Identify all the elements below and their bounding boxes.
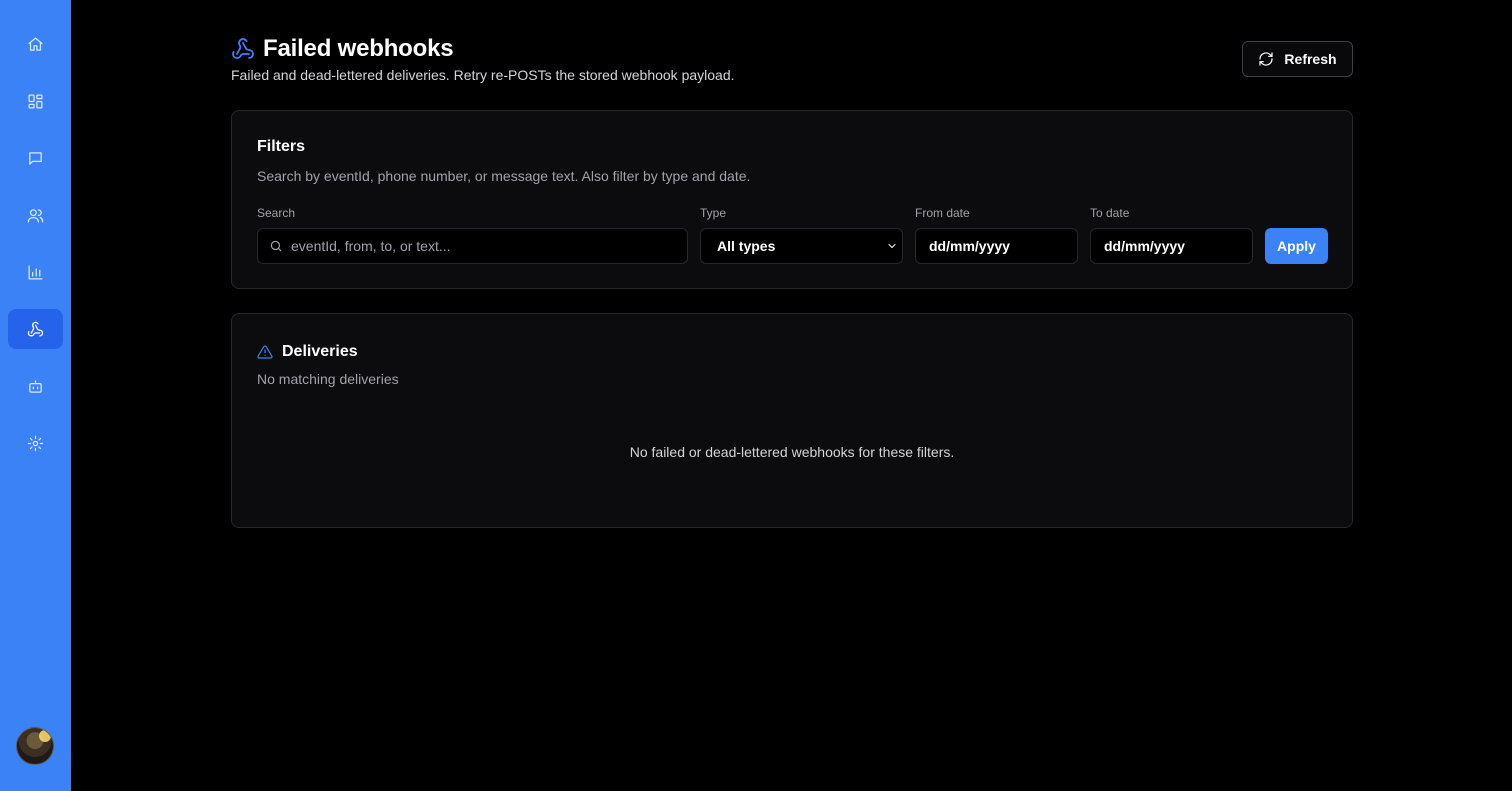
nav-dashboard[interactable] <box>8 81 63 121</box>
deliveries-card: Deliveries No matching deliveries No fai… <box>231 313 1353 528</box>
search-placeholder: eventId, from, to, or text... <box>291 238 451 254</box>
type-select[interactable]: All types <box>700 228 903 264</box>
dashboard-grid-icon <box>28 93 43 109</box>
deliveries-subtitle: No matching deliveries <box>257 371 399 387</box>
filters-title: Filters <box>257 138 306 155</box>
nav-contacts[interactable] <box>8 195 63 235</box>
nav-home[interactable] <box>8 24 63 64</box>
nav-analytics[interactable] <box>8 252 63 292</box>
nav-messages[interactable] <box>8 138 63 178</box>
webhook-icon <box>27 321 44 337</box>
refresh-label: Refresh <box>1284 51 1337 67</box>
to-date-value: dd/mm/yyyy <box>1104 238 1185 254</box>
search-input[interactable]: eventId, from, to, or text... <box>257 228 688 264</box>
webhook-icon <box>232 38 254 59</box>
refresh-icon <box>1259 52 1274 66</box>
nav-webhooks[interactable] <box>8 309 63 349</box>
search-icon <box>270 240 282 252</box>
warning-triangle-icon <box>257 345 273 359</box>
from-date-label: From date <box>915 206 970 220</box>
empty-state-message: No failed or dead-lettered webhooks for … <box>629 444 955 460</box>
avatar[interactable] <box>16 727 54 765</box>
users-icon <box>27 208 44 223</box>
page-header: Failed webhooks Failed and dead-lettered… <box>231 35 1353 87</box>
filters-description: Search by eventId, phone number, or mess… <box>257 168 751 184</box>
from-date-input[interactable]: dd/mm/yyyy <box>915 228 1078 264</box>
page-subtitle: Failed and dead-lettered deliveries. Ret… <box>231 67 735 83</box>
search-label: Search <box>257 206 296 220</box>
type-label: Type <box>700 206 727 220</box>
from-date-value: dd/mm/yyyy <box>929 238 1010 254</box>
message-icon <box>29 151 42 165</box>
nav-bots[interactable] <box>8 366 63 406</box>
bot-icon <box>29 379 42 393</box>
refresh-button[interactable]: Refresh <box>1242 41 1353 77</box>
to-date-label: To date <box>1090 206 1130 220</box>
chevron-down-icon <box>888 244 896 248</box>
type-value: All types <box>717 238 776 254</box>
deliveries-title: Deliveries <box>282 343 358 360</box>
page-title: Failed webhooks <box>263 35 454 62</box>
to-date-input[interactable]: dd/mm/yyyy <box>1090 228 1253 264</box>
filters-card: Filters Search by eventId, phone number,… <box>231 110 1353 289</box>
home-icon <box>28 36 43 51</box>
gear-icon <box>27 435 44 451</box>
nav-settings[interactable] <box>8 423 63 463</box>
bar-chart-icon <box>28 264 43 280</box>
sidebar <box>0 0 71 791</box>
apply-button[interactable]: Apply <box>1265 228 1328 264</box>
